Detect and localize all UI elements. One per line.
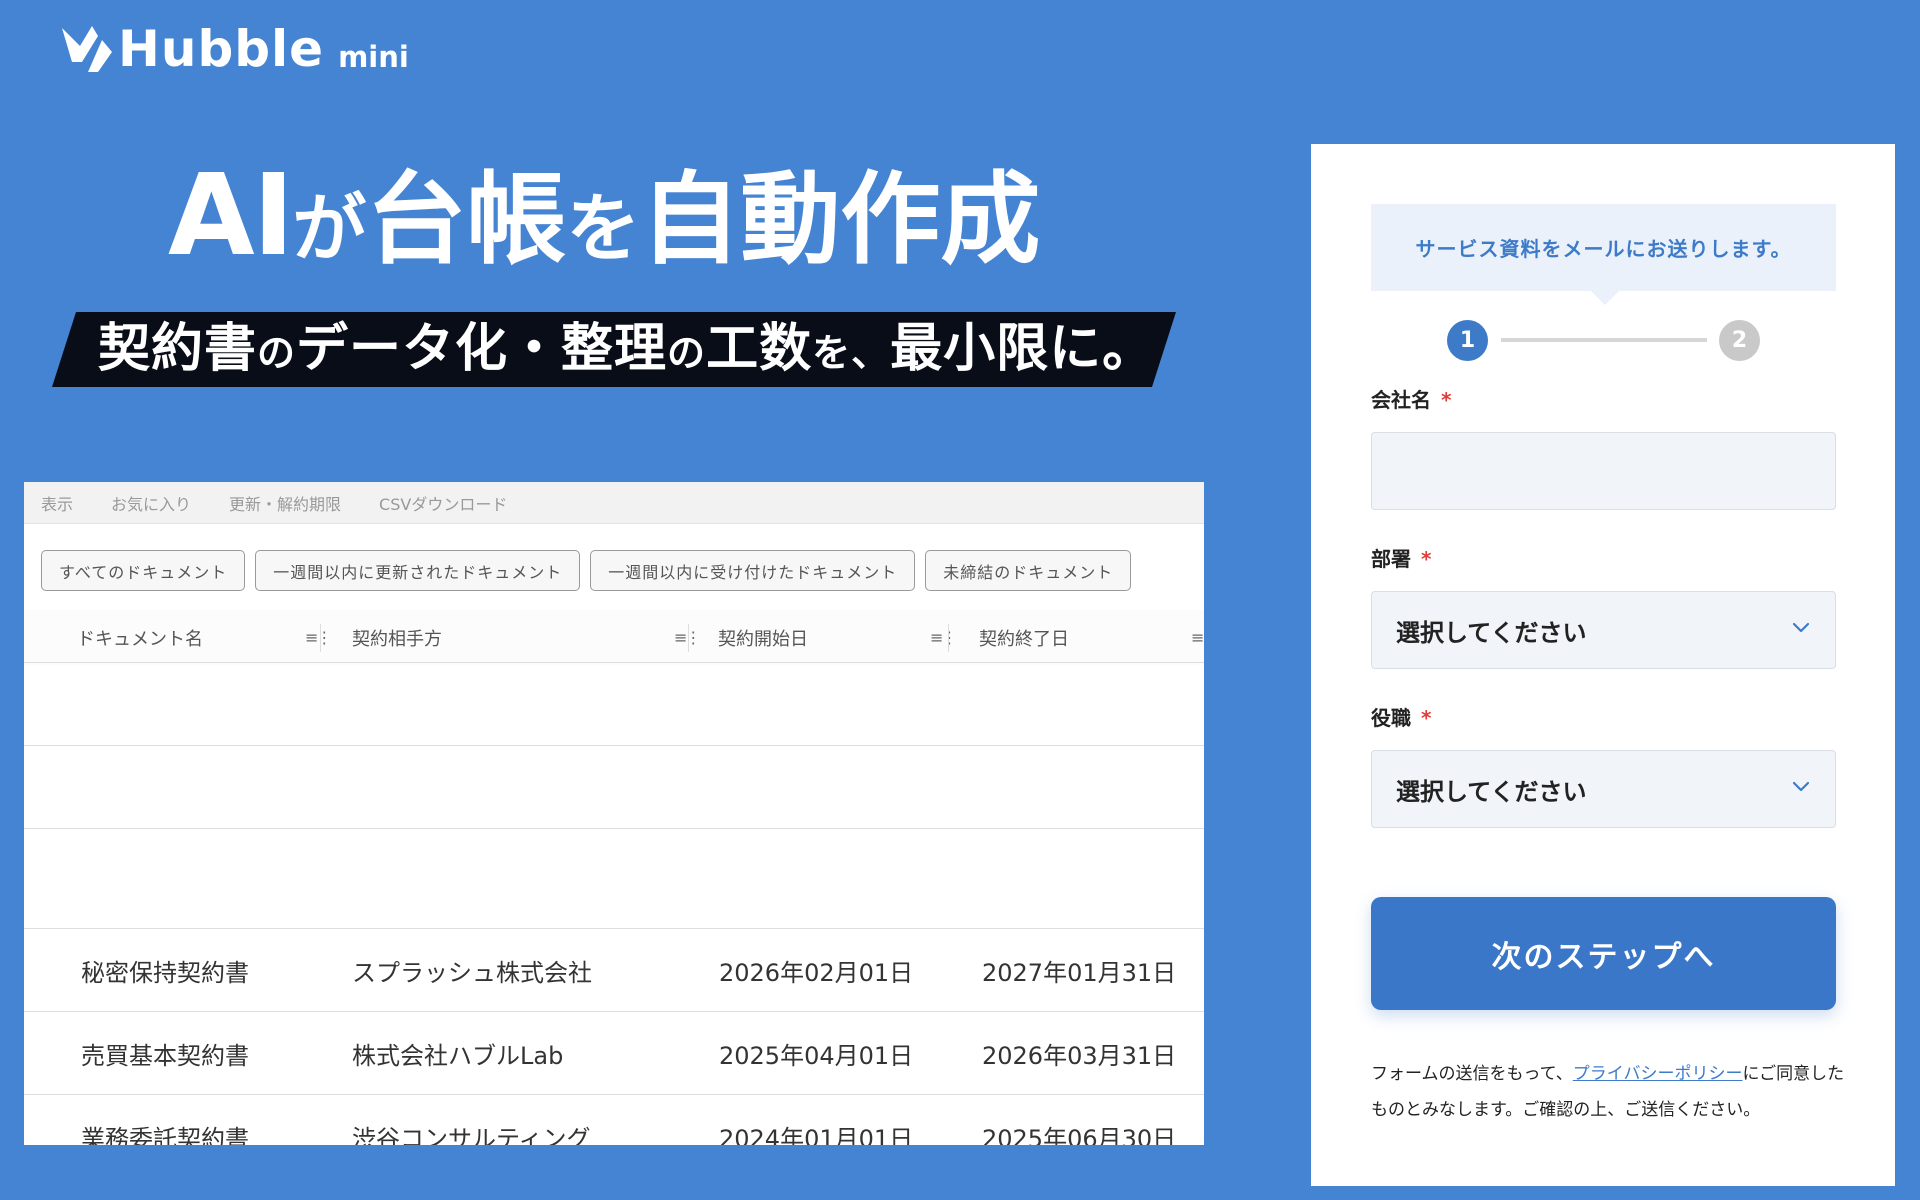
chevron-down-icon [1793, 622, 1809, 633]
required-mark: * [1441, 388, 1452, 412]
filter-icon[interactable]: ≡⋮ [305, 628, 332, 647]
hero-title: AIが台帳を自動作成 [168, 160, 1040, 272]
menu-item-display[interactable]: 表示 [41, 491, 73, 515]
hero-banner-text: 契約書のデータ化・整理の工数を、最小限に。 [98, 320, 1155, 377]
department-select[interactable]: 選択してください [1371, 591, 1836, 669]
hero-title-ga: が [292, 186, 367, 272]
column-doc-name[interactable]: ドキュメント名 ≡⋮ [77, 610, 332, 665]
column-label: 契約相手方 [352, 628, 442, 650]
privacy-policy-link[interactable]: プライバシーポリシー [1573, 1064, 1743, 1084]
next-step-button[interactable]: 次のステップへ [1371, 897, 1836, 1010]
cell-end-date: 2025年06月30日 [982, 1125, 1177, 1145]
chevron-down-icon [1793, 781, 1809, 792]
company-label-text: 会社名 [1371, 388, 1431, 412]
logo-sub: mini [338, 40, 409, 74]
signup-form: サービス資料をメールにお送りします。 1 2 会社名 * 部署 * 選択してください… [1311, 144, 1895, 1186]
table-row[interactable]: 売買基本契約書 株式会社ハブルLab 2025年04月01日 2026年03月3… [24, 1011, 1204, 1094]
position-select-value: 選択してください [1396, 777, 1587, 806]
filter-unsigned[interactable]: 未締結のドキュメント [925, 550, 1132, 591]
banner-p6: を、 [812, 330, 891, 375]
hero-title-daicho: 台帳 [366, 161, 567, 278]
hero-banner: 契約書のデータ化・整理の工数を、最小限に。 [52, 312, 1176, 387]
banner-p1: 契約書 [98, 318, 258, 379]
filter-updated-week[interactable]: 一週間以内に更新されたドキュメント [255, 550, 581, 591]
department-label: 部署 * [1371, 543, 1431, 572]
column-divider [948, 624, 949, 652]
app-menubar: 表示 お気に入り 更新・解約期限 CSVダウンロード [24, 482, 1204, 524]
menu-item-csv[interactable]: CSVダウンロード [379, 491, 507, 515]
logo-name: Hubble [118, 20, 325, 78]
table-row-empty [24, 828, 1204, 911]
filter-icon[interactable]: ≡⋮ [930, 628, 957, 647]
logo[interactable]: Hubble mini [58, 22, 409, 74]
step-progress-line [1501, 338, 1707, 342]
banner-p5: 工数 [706, 318, 813, 379]
step-indicator-2: 2 [1719, 320, 1760, 361]
cell-start-date: 2025年04月01日 [719, 1042, 914, 1070]
banner-p7: 最小限に。 [890, 318, 1156, 379]
cell-end-date: 2026年03月31日 [982, 1042, 1177, 1070]
column-start-date[interactable]: 契約開始日 ≡⋮ [718, 610, 958, 665]
banner-p4: の [667, 330, 707, 375]
column-end-date[interactable]: 契約終了日 ≡⋮ [979, 610, 1204, 665]
department-label-text: 部署 [1371, 547, 1411, 571]
table-row[interactable]: 業務委託契約書 渋谷コンサルティング 2024年01月01日 2025年06月3… [24, 1094, 1204, 1145]
table-row-empty [24, 745, 1204, 828]
menu-item-renewal[interactable]: 更新・解約期限 [229, 491, 341, 515]
column-divider [688, 624, 689, 652]
table-header: ドキュメント名 ≡⋮ 契約相手方 ≡⋮ 契約開始日 ≡⋮ 契約終了日 ≡⋮ [24, 610, 1204, 665]
column-label: 契約終了日 [979, 628, 1069, 650]
filter-icon[interactable]: ≡⋮ [674, 628, 701, 647]
hero-title-ai: AI [168, 151, 294, 281]
cell-start-date: 2026年02月01日 [719, 959, 914, 987]
company-label: 会社名 * [1371, 384, 1451, 413]
filter-received-week[interactable]: 一週間以内に受け付けたドキュメント [590, 550, 916, 591]
department-select-value: 選択してください [1396, 618, 1587, 647]
table-row[interactable]: 秘密保持契約書 スプラッシュ株式会社 2026年02月01日 2027年01月3… [24, 928, 1204, 1011]
hubble-logo-icon [62, 26, 112, 72]
cell-counterparty: スプラッシュ株式会社 [352, 959, 592, 987]
hero-title-wo: を [566, 186, 641, 272]
cell-doc-name: 秘密保持契約書 [81, 959, 249, 987]
column-label: ドキュメント名 [77, 628, 203, 650]
consent-before: フォームの送信をもって、 [1371, 1064, 1573, 1084]
column-label: 契約開始日 [718, 628, 808, 650]
filter-all-docs[interactable]: すべてのドキュメント [41, 550, 246, 591]
filter-chips: すべてのドキュメント 一週間以内に更新されたドキュメント 一週間以内に受け付けた… [41, 550, 1141, 591]
company-input[interactable] [1371, 432, 1836, 510]
cell-counterparty: 株式会社ハブルLab [352, 1042, 564, 1070]
banner-p3: データ化・整理 [296, 318, 668, 379]
app-screenshot: 表示 お気に入り 更新・解約期限 CSVダウンロード すべてのドキュメント 一週… [24, 482, 1204, 1145]
column-counterparty[interactable]: 契約相手方 ≡⋮ [352, 610, 701, 665]
filter-icon[interactable]: ≡⋮ [1191, 628, 1204, 647]
column-divider [320, 624, 321, 652]
position-label-text: 役職 [1371, 706, 1411, 730]
hero-title-jido: 自動作成 [640, 161, 1041, 278]
required-mark: * [1421, 706, 1432, 730]
notice-arrow [1591, 291, 1619, 305]
cell-start-date: 2024年01月01日 [719, 1125, 914, 1145]
required-mark: * [1421, 547, 1432, 571]
menu-item-favorites[interactable]: お気に入り [111, 491, 191, 515]
step-indicator-1: 1 [1447, 320, 1488, 361]
consent-text: フォームの送信をもって、プライバシーポリシーにご同意したものとみなします。ご確認… [1371, 1056, 1846, 1128]
banner-p2: の [257, 330, 297, 375]
position-select[interactable]: 選択してください [1371, 750, 1836, 828]
cell-doc-name: 業務委託契約書 [81, 1125, 249, 1145]
position-label: 役職 * [1371, 702, 1431, 731]
cell-doc-name: 売買基本契約書 [81, 1042, 249, 1070]
cell-end-date: 2027年01月31日 [982, 959, 1177, 987]
cell-counterparty: 渋谷コンサルティング [352, 1125, 591, 1145]
table-row-empty [24, 662, 1204, 745]
form-notice: サービス資料をメールにお送りします。 [1371, 204, 1836, 291]
